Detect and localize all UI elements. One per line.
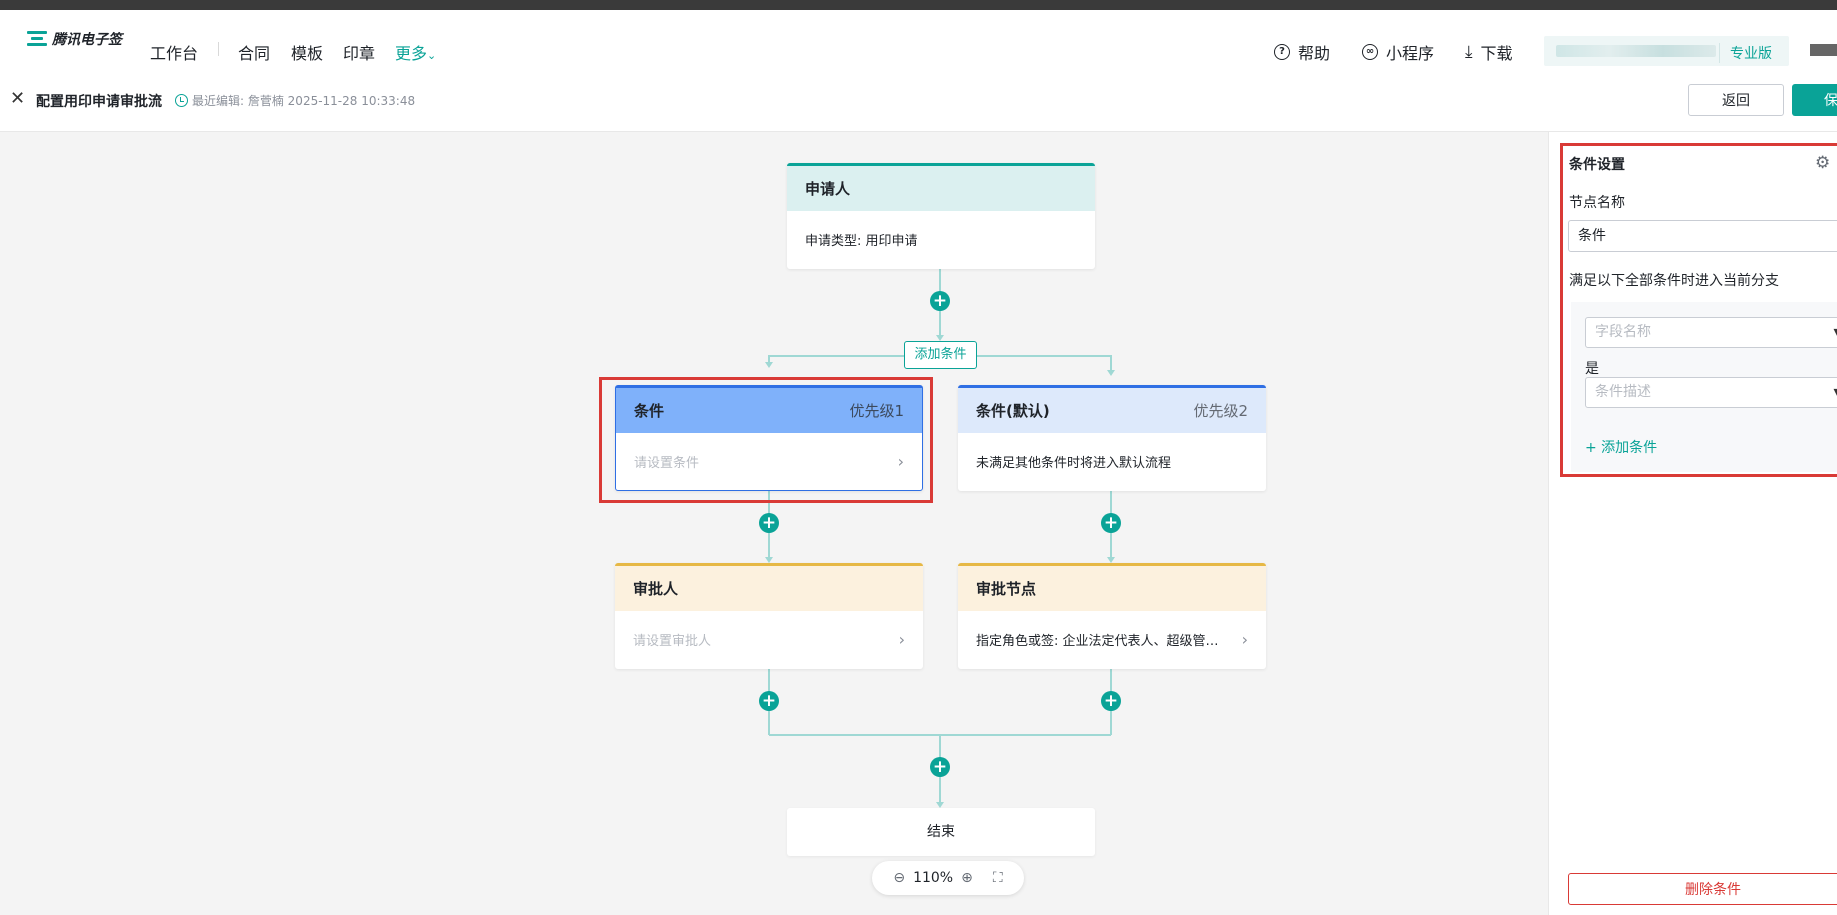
- approval-node-title: 审批节点: [976, 580, 1037, 598]
- applicant-node-title: 申请人: [805, 180, 851, 198]
- add-node-button[interactable]: +: [930, 291, 950, 311]
- approver-node[interactable]: 审批人 请设置审批人 ›: [615, 563, 923, 669]
- zoom-controls: ⊖ 110% ⊕ ⛶: [872, 861, 1024, 895]
- approval-node-header: 审批节点: [958, 566, 1266, 611]
- download-icon: ⤓: [1465, 42, 1473, 62]
- condition-node-1[interactable]: 条件 优先级1 请设置条件 ›: [615, 385, 923, 491]
- top-header: 腾讯电子签 工作台 合同 模板 印章 更多⌄ ? 帮助 ∞ 小程序 ⤓ 下载 专…: [0, 10, 1837, 79]
- node-name-input[interactable]: 条件: [1568, 220, 1837, 252]
- add-node-button[interactable]: +: [759, 691, 779, 711]
- history-icon: [175, 94, 188, 107]
- mini-program-button[interactable]: ∞ 小程序: [1362, 40, 1434, 64]
- chevron-right-icon: ›: [898, 630, 905, 649]
- mini-program-label: 小程序: [1386, 44, 1435, 63]
- operator-label: 是: [1585, 361, 1599, 377]
- chevron-right-icon: ›: [1241, 630, 1248, 649]
- approver-node-header: 审批人: [615, 566, 923, 611]
- end-node: 结束: [787, 808, 1095, 856]
- download-label: 下载: [1480, 44, 1513, 63]
- last-edit-info: 最近编辑: 詹菅楠 2025-11-28 10:33:48: [175, 92, 415, 109]
- condition-node-1-priority: 优先级1: [849, 402, 904, 420]
- applicant-node-header: 申请人: [787, 166, 1095, 211]
- account-switcher[interactable]: 专业版: [1544, 36, 1789, 66]
- help-button[interactable]: ? 帮助: [1274, 40, 1330, 64]
- condition-settings-panel: 条件设置 ⚙ 节点名称 条件 满足以下全部条件时进入当前分支 字段名称 ▼ 是 …: [1548, 132, 1837, 915]
- condition-node-1-header: 条件 优先级1: [616, 388, 922, 433]
- nav-more[interactable]: 更多⌄: [395, 40, 436, 64]
- rule-hint: 满足以下全部条件时进入当前分支: [1569, 273, 1779, 289]
- add-node-button[interactable]: +: [759, 513, 779, 533]
- nav-template[interactable]: 模板: [291, 40, 323, 64]
- node-name-label: 节点名称: [1569, 195, 1625, 211]
- nav-seal[interactable]: 印章: [343, 40, 375, 64]
- help-label: 帮助: [1298, 44, 1331, 63]
- approval-node-body: 指定角色或签: 企业法定代表人、超级管… ›: [958, 611, 1266, 668]
- chevron-right-icon: ›: [897, 452, 904, 471]
- add-condition-button[interactable]: 添加条件: [904, 341, 977, 369]
- condition-value-select[interactable]: 条件描述 ▼: [1585, 377, 1837, 408]
- approval-node[interactable]: 审批节点 指定角色或签: 企业法定代表人、超级管… ›: [958, 563, 1266, 669]
- condition-node-default-priority: 优先级2: [1193, 402, 1248, 420]
- caret-down-icon: ▼: [1834, 378, 1837, 407]
- approver-node-placeholder: 请设置审批人: [633, 634, 712, 649]
- chevron-down-icon: ⌄: [427, 49, 437, 62]
- window-top-strip: [0, 0, 1837, 10]
- panel-title: 条件设置: [1569, 157, 1625, 173]
- applicant-node-body: 申请类型: 用印申请: [787, 211, 1095, 268]
- nav-workbench[interactable]: 工作台: [150, 40, 198, 64]
- link-icon: ∞: [1362, 44, 1378, 60]
- back-button[interactable]: 返回: [1688, 84, 1784, 116]
- applicant-node[interactable]: 申请人 申请类型: 用印申请: [787, 163, 1095, 269]
- approver-node-body: 请设置审批人 ›: [615, 611, 923, 668]
- logo-icon: [27, 30, 47, 48]
- zoom-level: 110%: [913, 870, 954, 886]
- user-avatar[interactable]: [1810, 44, 1837, 56]
- add-node-button[interactable]: +: [1101, 513, 1121, 533]
- condition-rule-block: 字段名称 ▼ 是 条件描述 ▼ + 添加条件: [1571, 302, 1837, 472]
- save-button[interactable]: 保: [1792, 84, 1837, 116]
- last-edit-text: 最近编辑: 詹菅楠 2025-11-28 10:33:48: [192, 94, 416, 108]
- condition-value-placeholder: 条件描述: [1595, 384, 1651, 400]
- condition-node-default-title: 条件(默认): [976, 402, 1050, 420]
- page-subheader: ✕ 配置用印申请审批流 最近编辑: 詹菅楠 2025-11-28 10:33:4…: [0, 70, 1837, 132]
- gear-icon[interactable]: ⚙: [1815, 153, 1830, 173]
- fit-view-icon[interactable]: ⛶: [993, 870, 1003, 886]
- applicant-node-text: 申请类型: 用印申请: [805, 234, 918, 249]
- condition-node-default[interactable]: 条件(默认) 优先级2 未满足其他条件时将进入默认流程: [958, 385, 1266, 491]
- condition-node-default-text: 未满足其他条件时将进入默认流程: [976, 456, 1172, 471]
- account-name-redacted: [1556, 45, 1716, 57]
- download-button[interactable]: ⤓ 下载: [1465, 40, 1513, 64]
- approver-node-title: 审批人: [633, 580, 679, 598]
- help-icon: ?: [1274, 44, 1290, 60]
- nav-contract[interactable]: 合同: [238, 40, 270, 64]
- add-condition-link[interactable]: + 添加条件: [1585, 437, 1657, 457]
- field-name-select[interactable]: 字段名称 ▼: [1585, 317, 1837, 348]
- close-icon[interactable]: ✕: [10, 88, 25, 109]
- approval-node-text: 指定角色或签: 企业法定代表人、超级管…: [976, 634, 1219, 649]
- delete-condition-button[interactable]: 删除条件: [1568, 873, 1837, 905]
- add-node-button[interactable]: +: [930, 757, 950, 777]
- page-title: 配置用印申请审批流: [36, 94, 162, 110]
- zoom-out-icon[interactable]: ⊖: [893, 870, 905, 886]
- nav-divider: [218, 42, 219, 56]
- logo-text: 腾讯电子签: [52, 32, 122, 48]
- nav-more-label: 更多: [395, 44, 428, 63]
- condition-node-default-body: 未满足其他条件时将进入默认流程: [958, 433, 1266, 490]
- logo[interactable]: 腾讯电子签: [27, 29, 122, 49]
- condition-node-1-title: 条件: [634, 402, 665, 420]
- add-node-button[interactable]: +: [1101, 691, 1121, 711]
- edition-badge: 专业版: [1719, 43, 1772, 63]
- condition-node-1-placeholder: 请设置条件: [634, 456, 700, 471]
- condition-node-default-header: 条件(默认) 优先级2: [958, 388, 1266, 433]
- field-name-placeholder: 字段名称: [1595, 324, 1651, 340]
- condition-node-1-body: 请设置条件 ›: [616, 433, 922, 490]
- zoom-in-icon[interactable]: ⊕: [961, 870, 973, 886]
- caret-down-icon: ▼: [1834, 318, 1837, 347]
- flow-canvas[interactable]: 申请人 申请类型: 用印申请 + 添加条件 条件 优先级1 请设置条件 › 条件…: [0, 132, 1548, 915]
